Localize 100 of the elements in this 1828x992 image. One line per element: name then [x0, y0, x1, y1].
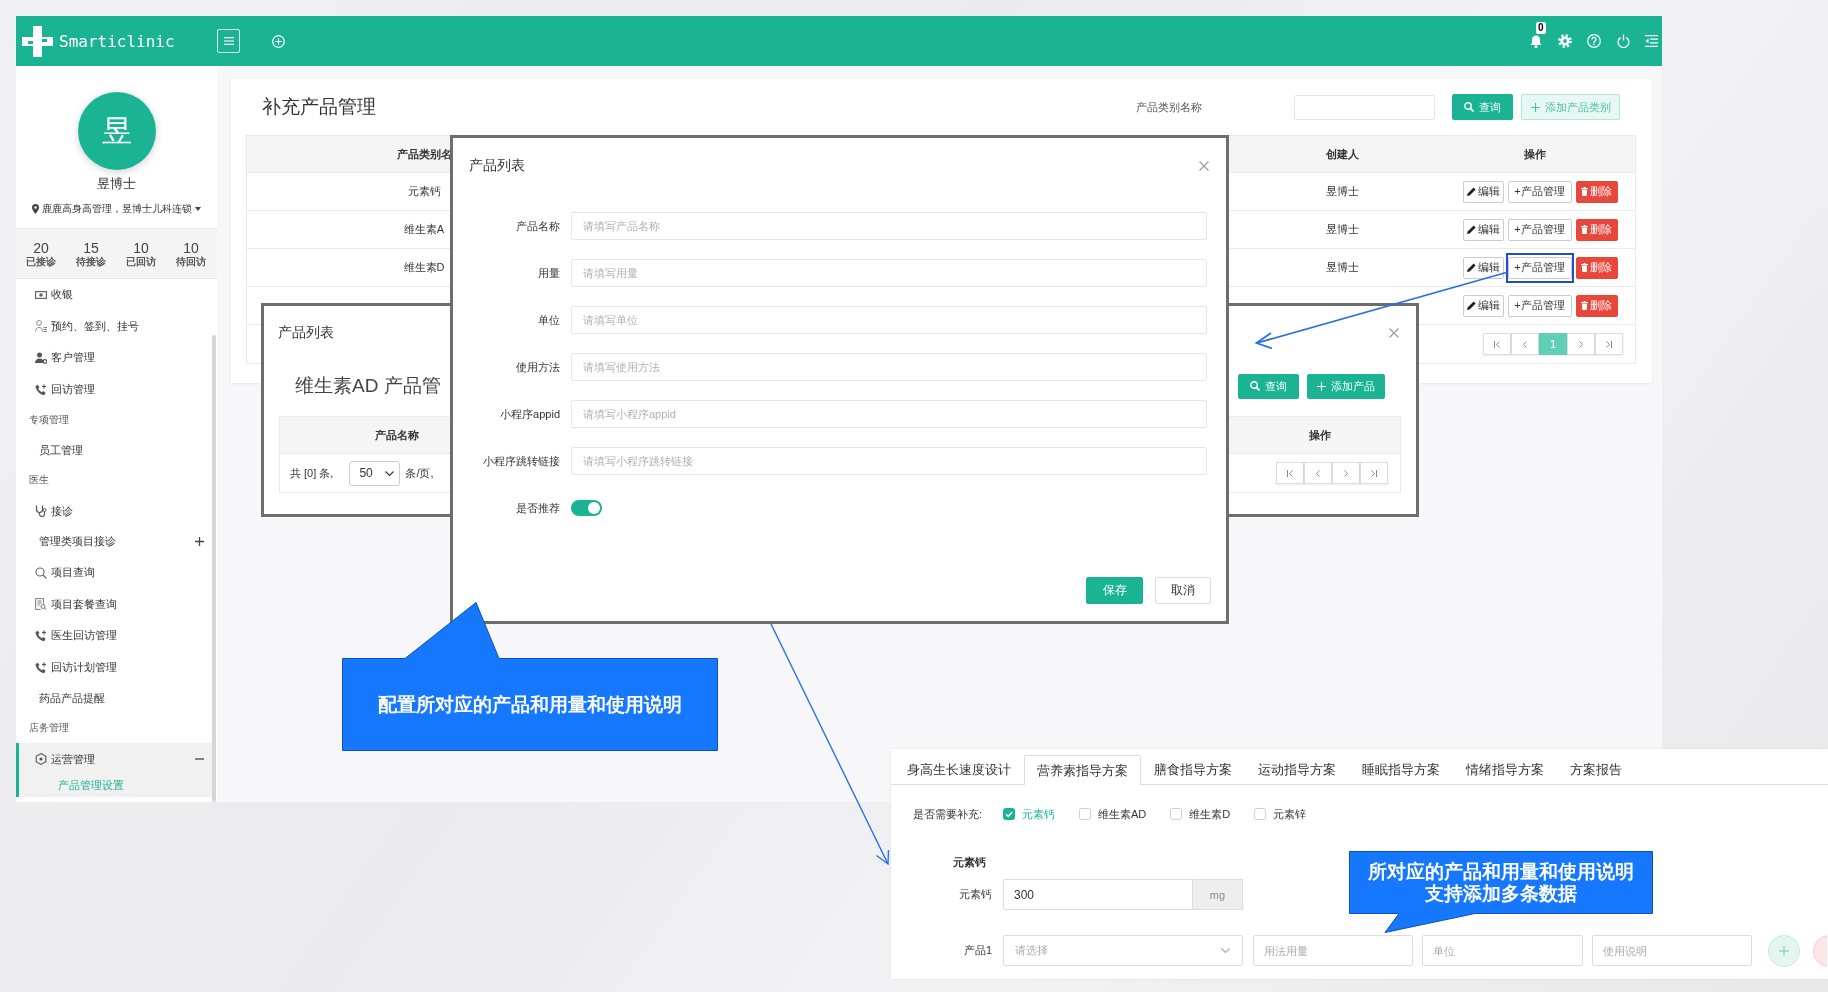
input-field[interactable]: 请填写产品名称	[571, 212, 1207, 240]
delete-button[interactable]: 删除	[1575, 218, 1618, 241]
input-field[interactable]: 用法用量	[1253, 935, 1413, 966]
edit-button[interactable]: 编辑	[1462, 180, 1504, 203]
first-page-button[interactable]	[1483, 333, 1511, 355]
checkbox-label[interactable]: 元素锌	[1273, 806, 1307, 822]
caret-down-icon[interactable]	[195, 207, 201, 211]
next-page-button[interactable]	[1567, 333, 1595, 355]
checkbox[interactable]	[1079, 808, 1091, 820]
menu-item[interactable]: 项目查询	[16, 556, 212, 589]
tab[interactable]: 身高生长速度设计	[894, 755, 1024, 784]
edit-button[interactable]: 编辑	[1462, 218, 1504, 241]
cancel-button[interactable]: 取消	[1155, 577, 1211, 604]
indent-icon[interactable]	[1645, 35, 1658, 47]
settings-icon[interactable]	[1557, 34, 1572, 48]
notification-badge: 0	[1536, 21, 1546, 34]
first-page-button[interactable]	[1276, 462, 1304, 484]
help-icon[interactable]	[1587, 34, 1601, 48]
input-field[interactable]: 请填写用量	[571, 259, 1207, 287]
tab[interactable]: 方案报告	[1557, 755, 1635, 784]
edit-button[interactable]: 编辑	[1462, 294, 1504, 317]
bell-icon[interactable]	[1530, 34, 1542, 48]
checkbox[interactable]	[1254, 808, 1267, 820]
menu-toggle-button[interactable]	[217, 29, 240, 53]
menu-item[interactable]: 回访计划管理	[16, 651, 212, 684]
checkbox-label[interactable]: 维生素AD	[1098, 806, 1147, 822]
next-page-button[interactable]	[1332, 462, 1360, 484]
field-label: 使用方法	[516, 359, 560, 375]
callout-text: 所对应的产品和用量和使用说明	[1368, 860, 1634, 883]
delete-button[interactable]: 删除	[1575, 256, 1618, 279]
callout-text: 支持添加多条数据	[1425, 882, 1577, 905]
input-field[interactable]: 请填写使用方法	[571, 353, 1207, 381]
tab[interactable]: 膳食指导方案	[1141, 755, 1245, 784]
column-header: 创建人	[1325, 146, 1359, 162]
manage-products-button[interactable]: +产品管理	[1507, 218, 1572, 241]
table-cell: 维生素D	[403, 260, 445, 275]
add-circle-icon[interactable]	[1768, 934, 1800, 967]
tab[interactable]: 睡眠指导方案	[1349, 755, 1453, 784]
circle-button-icon[interactable]	[1813, 934, 1827, 967]
menu-item[interactable]: 收银	[16, 279, 212, 311]
plus-icon	[1530, 102, 1540, 112]
menu-item[interactable]: 药品产品提醒	[16, 683, 212, 714]
menu-item[interactable]: 回访管理	[16, 373, 212, 406]
last-page-button[interactable]	[1595, 333, 1623, 355]
cash-icon	[35, 290, 47, 299]
dialog-title: 产品列表	[278, 324, 334, 342]
pencil-icon	[1466, 301, 1476, 310]
menu-item[interactable]: 管理类项目接诊	[16, 526, 212, 557]
checkbox[interactable]	[1170, 808, 1183, 820]
manage-products-button[interactable]: +产品管理	[1507, 294, 1572, 317]
checkbox[interactable]	[1003, 808, 1015, 820]
close-icon[interactable]	[1199, 161, 1209, 171]
tab[interactable]: 运动指导方案	[1245, 755, 1349, 784]
checkbox-label[interactable]: 维生素D	[1189, 806, 1231, 822]
stat-value: 15	[83, 239, 99, 256]
menu-item[interactable]: 医生回访管理	[16, 620, 212, 652]
minus-icon[interactable]	[195, 758, 204, 761]
menu-item[interactable]: 运营管理	[19, 743, 212, 775]
input-field[interactable]: 使用说明	[1592, 935, 1752, 966]
last-page-button[interactable]	[1360, 462, 1388, 484]
field-label: 元素钙	[959, 887, 992, 902]
table-cell: 元素钙	[407, 184, 441, 199]
plus-icon[interactable]	[195, 537, 204, 547]
menu-item[interactable]: 预约、签到、挂号	[16, 310, 212, 343]
input-field[interactable]: 请填写小程序appid	[571, 400, 1207, 428]
delete-button[interactable]: 删除	[1575, 180, 1618, 203]
pencil-icon	[1466, 225, 1476, 234]
logo-icon	[22, 25, 53, 57]
previous-page-button[interactable]	[1304, 462, 1332, 484]
page-size-select[interactable]: 50	[349, 460, 401, 486]
column-header: 操作	[1524, 146, 1546, 162]
scrollbar[interactable]	[212, 335, 216, 802]
tab[interactable]: 营养素指导方案	[1024, 755, 1141, 785]
trash-icon	[1581, 263, 1588, 272]
close-icon[interactable]	[1389, 328, 1399, 338]
plus-circle-icon[interactable]	[272, 34, 285, 48]
menu-item[interactable]: 项目套餐查询	[16, 588, 212, 621]
tab[interactable]: 情绪指导方案	[1453, 755, 1557, 784]
search-field[interactable]	[1294, 94, 1435, 120]
manage-products-button[interactable]: +产品管理	[1507, 256, 1572, 279]
toggle-switch[interactable]	[571, 500, 602, 516]
menu-item[interactable]: 客户管理	[16, 342, 212, 374]
power-icon[interactable]	[1616, 34, 1630, 48]
field-label: 小程序appid	[500, 406, 560, 422]
menu-item[interactable]: 接诊	[16, 495, 212, 527]
previous-page-button[interactable]	[1511, 333, 1539, 355]
menu-item[interactable]: 员工管理	[16, 435, 212, 466]
stat-label: 待回访	[176, 255, 206, 268]
input-field[interactable]: 300	[1003, 879, 1193, 910]
plus-icon	[1317, 381, 1326, 391]
input-field[interactable]: 单位	[1422, 935, 1583, 966]
delete-button[interactable]: 删除	[1575, 294, 1618, 317]
clinic-location[interactable]: 鹿鹿高身高管理，昱博士儿科连锁	[42, 202, 192, 216]
input-field[interactable]: 请填写单位	[571, 306, 1207, 334]
input-field[interactable]: 请填写小程序跳转链接	[571, 447, 1207, 475]
edit-button[interactable]: 编辑	[1462, 256, 1504, 279]
stat-value: 20	[33, 239, 49, 256]
column-header: 操作	[1308, 427, 1331, 443]
manage-products-button[interactable]: +产品管理	[1507, 180, 1572, 203]
trash-icon	[1581, 301, 1588, 310]
